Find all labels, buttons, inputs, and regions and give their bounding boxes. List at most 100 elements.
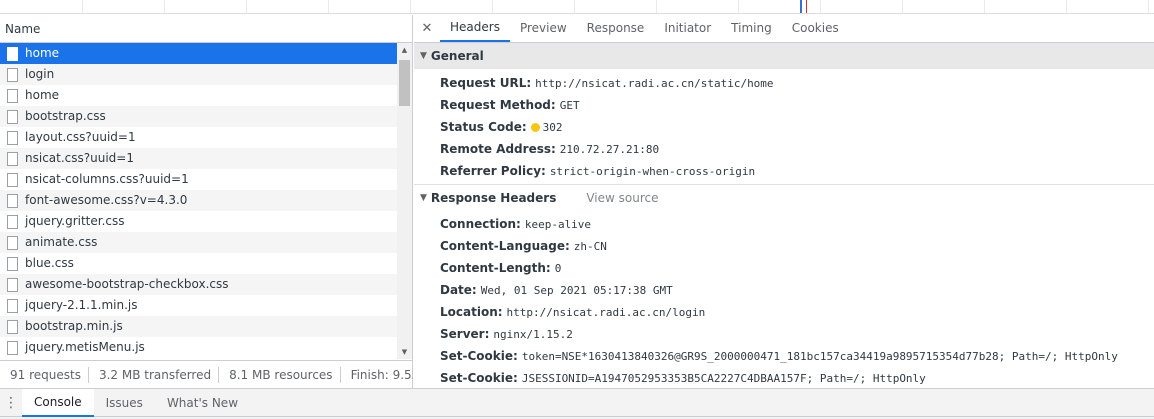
header-row: Set-Cookie: token=NSE*1630413840326@GR9S_… bbox=[414, 345, 1154, 367]
request-name: jquery.metisMenu.js bbox=[25, 340, 145, 354]
header-row: Date: Wed, 01 Sep 2021 05:17:38 GMT bbox=[414, 279, 1154, 301]
request-name: jquery-2.1.1.min.js bbox=[25, 298, 138, 312]
timeline-gridline bbox=[410, 0, 411, 13]
drawer-tab-console[interactable]: Console bbox=[22, 388, 94, 417]
request-row[interactable]: jquery.metisMenu.js bbox=[0, 337, 397, 358]
request-row[interactable]: home bbox=[0, 85, 397, 106]
request-row[interactable]: home bbox=[0, 43, 397, 64]
header-row: Request Method: GET bbox=[414, 94, 1154, 116]
network-summary-bar: 91 requests 3.2 MB transferred 8.1 MB re… bbox=[0, 360, 413, 388]
dom-content-loaded-marker bbox=[800, 0, 802, 13]
timeline-gridline bbox=[246, 0, 247, 13]
request-row[interactable]: bootstrap.min.js bbox=[0, 316, 397, 337]
document-icon bbox=[7, 319, 18, 334]
request-name: awesome-bootstrap-checkbox.css bbox=[25, 277, 229, 291]
header-row: Content-Language: zh-CN bbox=[414, 235, 1154, 257]
response-headers-body: Connection: keep-alive Content-Language: zh… bbox=[414, 211, 1154, 388]
tab-response[interactable]: Response bbox=[577, 15, 655, 42]
drawer-tabs: ⋮ Console Issues What's New bbox=[0, 388, 1154, 417]
request-detail-panel: ✕ Headers Preview Response Initiator Timing C… bbox=[414, 15, 1154, 388]
tab-preview[interactable]: Preview bbox=[510, 15, 577, 42]
header-name: Connection: bbox=[440, 217, 521, 231]
header-name: Set-Cookie: bbox=[440, 371, 518, 385]
request-list-panel: Name home login home bootstrap.css layout.cs… bbox=[0, 15, 413, 388]
request-name: home bbox=[25, 46, 60, 60]
more-options-icon[interactable]: ⋮ bbox=[0, 389, 22, 417]
header-name: Date: bbox=[440, 283, 477, 297]
drawer: ⋮ Console Issues What's New bbox=[0, 388, 1154, 419]
request-row[interactable]: login bbox=[0, 64, 397, 85]
scroll-down-icon[interactable]: ▼ bbox=[397, 345, 412, 359]
header-value: nginx/1.15.2 bbox=[493, 328, 573, 341]
request-row[interactable]: awesome-bootstrap-checkbox.css bbox=[0, 274, 397, 295]
header-row: Server: nginx/1.15.2 bbox=[414, 323, 1154, 345]
request-row[interactable]: jquery.gritter.css bbox=[0, 211, 397, 232]
scrollbar-thumb[interactable] bbox=[399, 60, 410, 106]
request-name: bootstrap.css bbox=[25, 109, 106, 123]
scroll-up-icon[interactable]: ▲ bbox=[397, 43, 412, 57]
request-name: login bbox=[25, 67, 55, 81]
request-row[interactable]: nsicat-columns.css?uuid=1 bbox=[0, 169, 397, 190]
timeline-gridline bbox=[492, 0, 493, 13]
request-row[interactable]: font-awesome.css?v=4.3.0 bbox=[0, 190, 397, 211]
header-value: 210.72.27.21:80 bbox=[559, 143, 660, 156]
header-value: keep-alive bbox=[524, 218, 592, 231]
document-icon bbox=[7, 172, 18, 187]
tab-headers[interactable]: Headers bbox=[440, 15, 510, 42]
timeline-overview[interactable] bbox=[0, 0, 1154, 14]
timeline-gridline bbox=[902, 0, 903, 13]
timeline-gridline bbox=[82, 0, 83, 13]
header-value: token=NSE*1630413840326@GR9S_2000000471_… bbox=[521, 350, 1118, 363]
document-icon bbox=[7, 214, 18, 229]
request-row[interactable]: animate.css bbox=[0, 232, 397, 253]
status-dot-icon bbox=[530, 123, 540, 132]
timeline-gridline bbox=[984, 0, 985, 13]
header-name: Content-Language: bbox=[440, 239, 570, 253]
finish-time: Finish: 9.55 s bbox=[341, 367, 413, 383]
header-row: Referrer Policy: strict-origin-when-cross… bbox=[414, 160, 1154, 182]
request-list-scrollbar[interactable]: ▲ ▼ bbox=[397, 43, 412, 359]
general-section-header[interactable]: ▼ General bbox=[414, 43, 1154, 69]
header-name: Status Code: bbox=[440, 120, 527, 134]
timeline-gridline bbox=[1148, 0, 1149, 13]
response-headers-section-header[interactable]: ▼ Response Headers View source bbox=[414, 185, 1154, 211]
document-icon bbox=[7, 46, 18, 61]
header-value: GET bbox=[559, 99, 580, 112]
tab-timing[interactable]: Timing bbox=[721, 15, 782, 42]
header-name: Request URL: bbox=[440, 76, 532, 90]
document-icon bbox=[7, 193, 18, 208]
request-row[interactable]: bootstrap.css bbox=[0, 106, 397, 127]
header-value: Wed, 01 Sep 2021 05:17:38 GMT bbox=[480, 284, 673, 297]
header-row: Connection: keep-alive bbox=[414, 213, 1154, 235]
general-section-body: Request URL: http://nsicat.radi.ac.cn/sta… bbox=[414, 69, 1154, 185]
document-icon bbox=[7, 340, 18, 355]
header-row: Location: http://nsicat.radi.ac.cn/login bbox=[414, 301, 1154, 323]
document-icon bbox=[7, 130, 18, 145]
request-row[interactable]: layout.css?uuid=1 bbox=[0, 127, 397, 148]
header-value: zh-CN bbox=[573, 240, 607, 253]
header-name: Server: bbox=[440, 327, 490, 341]
request-row[interactable]: blue.css bbox=[0, 253, 397, 274]
request-row[interactable]: nsicat.css?uuid=1 bbox=[0, 148, 397, 169]
drawer-tab-what-s-new[interactable]: What's New bbox=[155, 389, 250, 417]
request-name: blue.css bbox=[25, 256, 74, 270]
response-headers-title: Response Headers bbox=[430, 191, 557, 205]
request-count: 91 requests bbox=[0, 366, 89, 383]
name-column-header[interactable]: Name bbox=[0, 15, 412, 43]
tab-cookies[interactable]: Cookies bbox=[782, 15, 849, 42]
request-row[interactable]: jquery-2.1.1.min.js bbox=[0, 295, 397, 316]
request-name: nsicat-columns.css?uuid=1 bbox=[25, 172, 189, 186]
header-row: Remote Address: 210.72.27.21:80 bbox=[414, 138, 1154, 160]
header-value: http://nsicat.radi.ac.cn/login bbox=[506, 306, 706, 319]
header-value: 0 bbox=[554, 262, 562, 275]
timeline-gridline bbox=[738, 0, 739, 13]
view-source-link[interactable]: View source bbox=[586, 185, 658, 211]
resources-size: 8.1 MB resources bbox=[219, 366, 341, 383]
tab-initiator[interactable]: Initiator bbox=[654, 15, 721, 42]
drawer-tab-issues[interactable]: Issues bbox=[94, 389, 155, 417]
close-icon[interactable]: ✕ bbox=[414, 15, 440, 42]
request-name: animate.css bbox=[25, 235, 98, 249]
header-row: Status Code: 302 bbox=[414, 116, 1154, 138]
timeline-gridline bbox=[574, 0, 575, 13]
timeline-gridline bbox=[1066, 0, 1067, 13]
